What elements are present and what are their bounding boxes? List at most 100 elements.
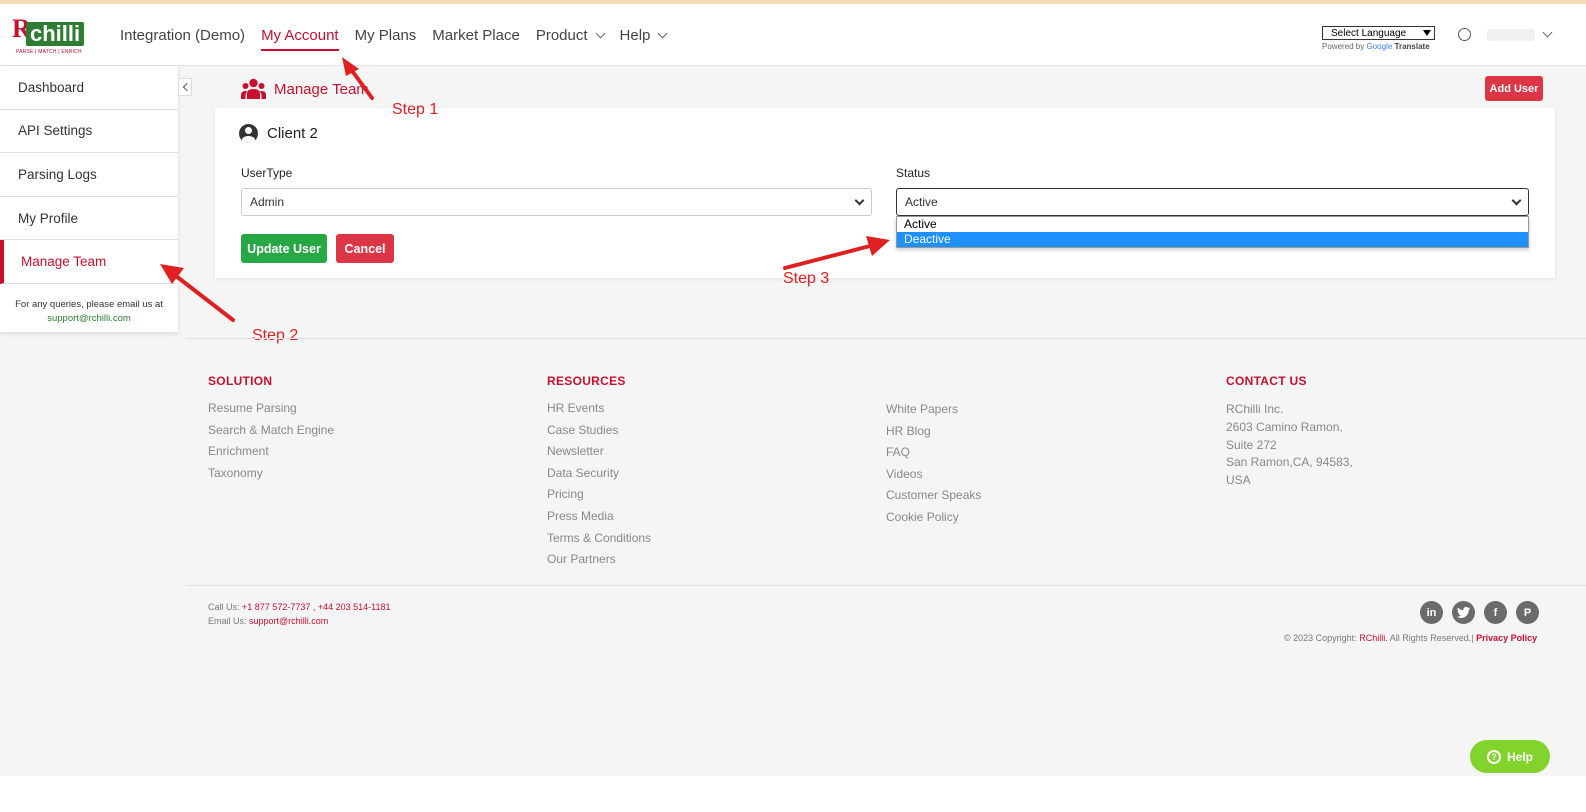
username-redacted xyxy=(1487,28,1535,41)
sidebar-item-parsing-logs[interactable]: Parsing Logs xyxy=(0,153,178,197)
facebook-icon[interactable]: f xyxy=(1484,601,1507,624)
footer-heading: SOLUTION xyxy=(208,374,273,388)
user-menu[interactable] xyxy=(1458,27,1553,41)
nav-label: Help xyxy=(619,26,651,44)
footer-link[interactable]: Newsletter xyxy=(547,444,651,466)
nav-label: Integration (Demo) xyxy=(120,26,246,44)
footer-link[interactable]: Our Partners xyxy=(547,552,651,574)
sidebar-item-api-settings[interactable]: API Settings xyxy=(0,110,178,154)
add-user-button[interactable]: Add User xyxy=(1485,76,1543,101)
chevron-down-icon xyxy=(657,28,668,38)
social-links: in f P xyxy=(1411,601,1539,624)
sidebar-item-dashboard[interactable]: Dashboard xyxy=(0,66,178,110)
user-icon xyxy=(1458,28,1471,41)
status-option-deactive[interactable]: Deactive xyxy=(897,232,1528,247)
help-widget-button[interactable]: ? Help xyxy=(1470,740,1550,773)
status-option-active[interactable]: Active xyxy=(897,217,1528,232)
footer-link[interactable]: Case Studies xyxy=(547,423,651,445)
sidebar-item-manage-team[interactable]: Manage Team xyxy=(0,240,178,284)
update-user-button[interactable]: Update User xyxy=(241,234,327,263)
footer-link[interactable]: Pricing xyxy=(547,487,651,509)
footer-link[interactable]: Customer Speaks xyxy=(886,488,981,510)
nav-integration[interactable]: Integration (Demo) xyxy=(112,4,253,66)
sidebar-item-label: Parsing Logs xyxy=(18,166,97,182)
usertype-select[interactable]: Admin xyxy=(241,188,872,216)
linkedin-icon[interactable]: in xyxy=(1420,601,1443,624)
footer-solution: SOLUTION Resume Parsing Search & Match E… xyxy=(208,374,334,487)
copyright-brand[interactable]: RChilli. xyxy=(1359,633,1388,643)
footer-link[interactable]: Enrichment xyxy=(208,444,334,466)
sidebar-item-label: API Settings xyxy=(18,123,93,139)
language-select[interactable]: Select Language xyxy=(1322,26,1435,40)
step-1-label: Step 1 xyxy=(392,101,439,118)
footer-link[interactable]: White Papers xyxy=(886,402,981,424)
support-email-link[interactable]: support@rchilli.com xyxy=(47,313,131,324)
call-us-line: Call Us: +1 877 572-7737 , +44 203 514-1… xyxy=(208,602,391,612)
nav-my-plans[interactable]: My Plans xyxy=(347,4,425,66)
chevron-down-icon xyxy=(1511,195,1522,205)
sidebar-item-label: Dashboard xyxy=(18,79,85,95)
footer-link[interactable]: Search & Match Engine xyxy=(208,423,334,445)
nav-my-account[interactable]: My Account xyxy=(253,4,347,66)
header: R chilli PARSE | MATCH | ENRICH Integrat… xyxy=(0,4,1586,66)
nav-product[interactable]: Product xyxy=(528,4,612,66)
footer-link[interactable]: Cookie Policy xyxy=(886,510,981,532)
nav-label: My Plans xyxy=(354,26,417,44)
footer-contact: CONTACT US RChilli Inc. 2603 Camino Ramo… xyxy=(1226,374,1353,490)
bottom-strip xyxy=(0,776,1586,812)
help-widget-label: Help xyxy=(1506,749,1533,764)
pinterest-icon[interactable]: P xyxy=(1516,601,1539,624)
cancel-button[interactable]: Cancel xyxy=(336,234,394,263)
language-select-label: Select Language xyxy=(1331,27,1407,39)
footer-link[interactable]: FAQ xyxy=(886,445,981,467)
google-text: Google xyxy=(1366,42,1393,51)
step-2-arrow xyxy=(174,274,235,322)
address-line: San Ramon,CA, 94583, xyxy=(1226,455,1353,470)
usertype-value: Admin xyxy=(250,195,285,209)
address-line: RChilli Inc. xyxy=(1226,402,1284,416)
twitter-icon[interactable] xyxy=(1452,601,1475,624)
footer-link[interactable]: Resume Parsing xyxy=(208,401,334,423)
nav-label: Market Place xyxy=(432,26,520,44)
google-translate: Select Language Powered by Google Transl… xyxy=(1322,26,1438,51)
footer-heading: RESOURCES xyxy=(547,374,626,388)
privacy-policy-link[interactable]: Privacy Policy xyxy=(1476,633,1537,643)
footer-link[interactable]: Data Security xyxy=(547,466,651,488)
status-select[interactable]: Active xyxy=(896,188,1529,216)
team-icon xyxy=(241,78,266,99)
status-value: Active xyxy=(905,195,938,209)
usertype-label: UserType xyxy=(241,166,293,180)
footer-link[interactable]: Videos xyxy=(886,467,981,489)
translate-text: Translate xyxy=(1394,42,1430,51)
copyright-prefix: © 2023 Copyright: xyxy=(1284,633,1357,643)
address-line: USA xyxy=(1226,473,1251,488)
footer-link[interactable]: Press Media xyxy=(547,509,651,531)
nav-help[interactable]: Help xyxy=(612,4,675,66)
footer-divider-top xyxy=(186,338,1586,339)
footer-resources: RESOURCES HR Events Case Studies Newslet… xyxy=(547,374,651,574)
footer-more-resources: White Papers HR Blog FAQ Videos Customer… xyxy=(886,402,981,532)
support-note-text: For any queries, please email us at xyxy=(15,298,163,310)
footer-divider-bottom xyxy=(186,585,1586,586)
main-nav: Integration (Demo) My Account My Plans M… xyxy=(112,4,674,66)
address-line: Suite 272 xyxy=(1226,437,1277,452)
footer-email-link[interactable]: support@rchilli.com xyxy=(249,616,328,626)
footer-heading: CONTACT US xyxy=(1226,374,1307,388)
status-label: Status xyxy=(896,166,931,180)
sidebar-collapse-button[interactable] xyxy=(178,78,192,96)
nav-market-place[interactable]: Market Place xyxy=(424,4,528,66)
phone-numbers[interactable]: +1 877 572-7737 , +44 203 514-1181 xyxy=(242,602,390,612)
client-name: Client 2 xyxy=(267,125,318,142)
powered-by-text: Powered by xyxy=(1322,42,1365,51)
nav-label: My Account xyxy=(261,26,339,44)
logo-word: chilli xyxy=(26,22,85,46)
step-2-label: Step 2 xyxy=(252,327,299,344)
footer-link[interactable]: HR Events xyxy=(547,401,651,423)
copyright: © 2023 Copyright: RChilli. All Rights Re… xyxy=(1284,633,1537,643)
footer-link[interactable]: HR Blog xyxy=(886,424,981,446)
footer-link[interactable]: Taxonomy xyxy=(208,466,334,488)
rchilli-logo[interactable]: R chilli PARSE | MATCH | ENRICH xyxy=(12,14,86,58)
chevron-down-icon xyxy=(854,195,865,205)
footer-link[interactable]: Terms & Conditions xyxy=(547,531,651,553)
sidebar-item-my-profile[interactable]: My Profile xyxy=(0,197,178,241)
